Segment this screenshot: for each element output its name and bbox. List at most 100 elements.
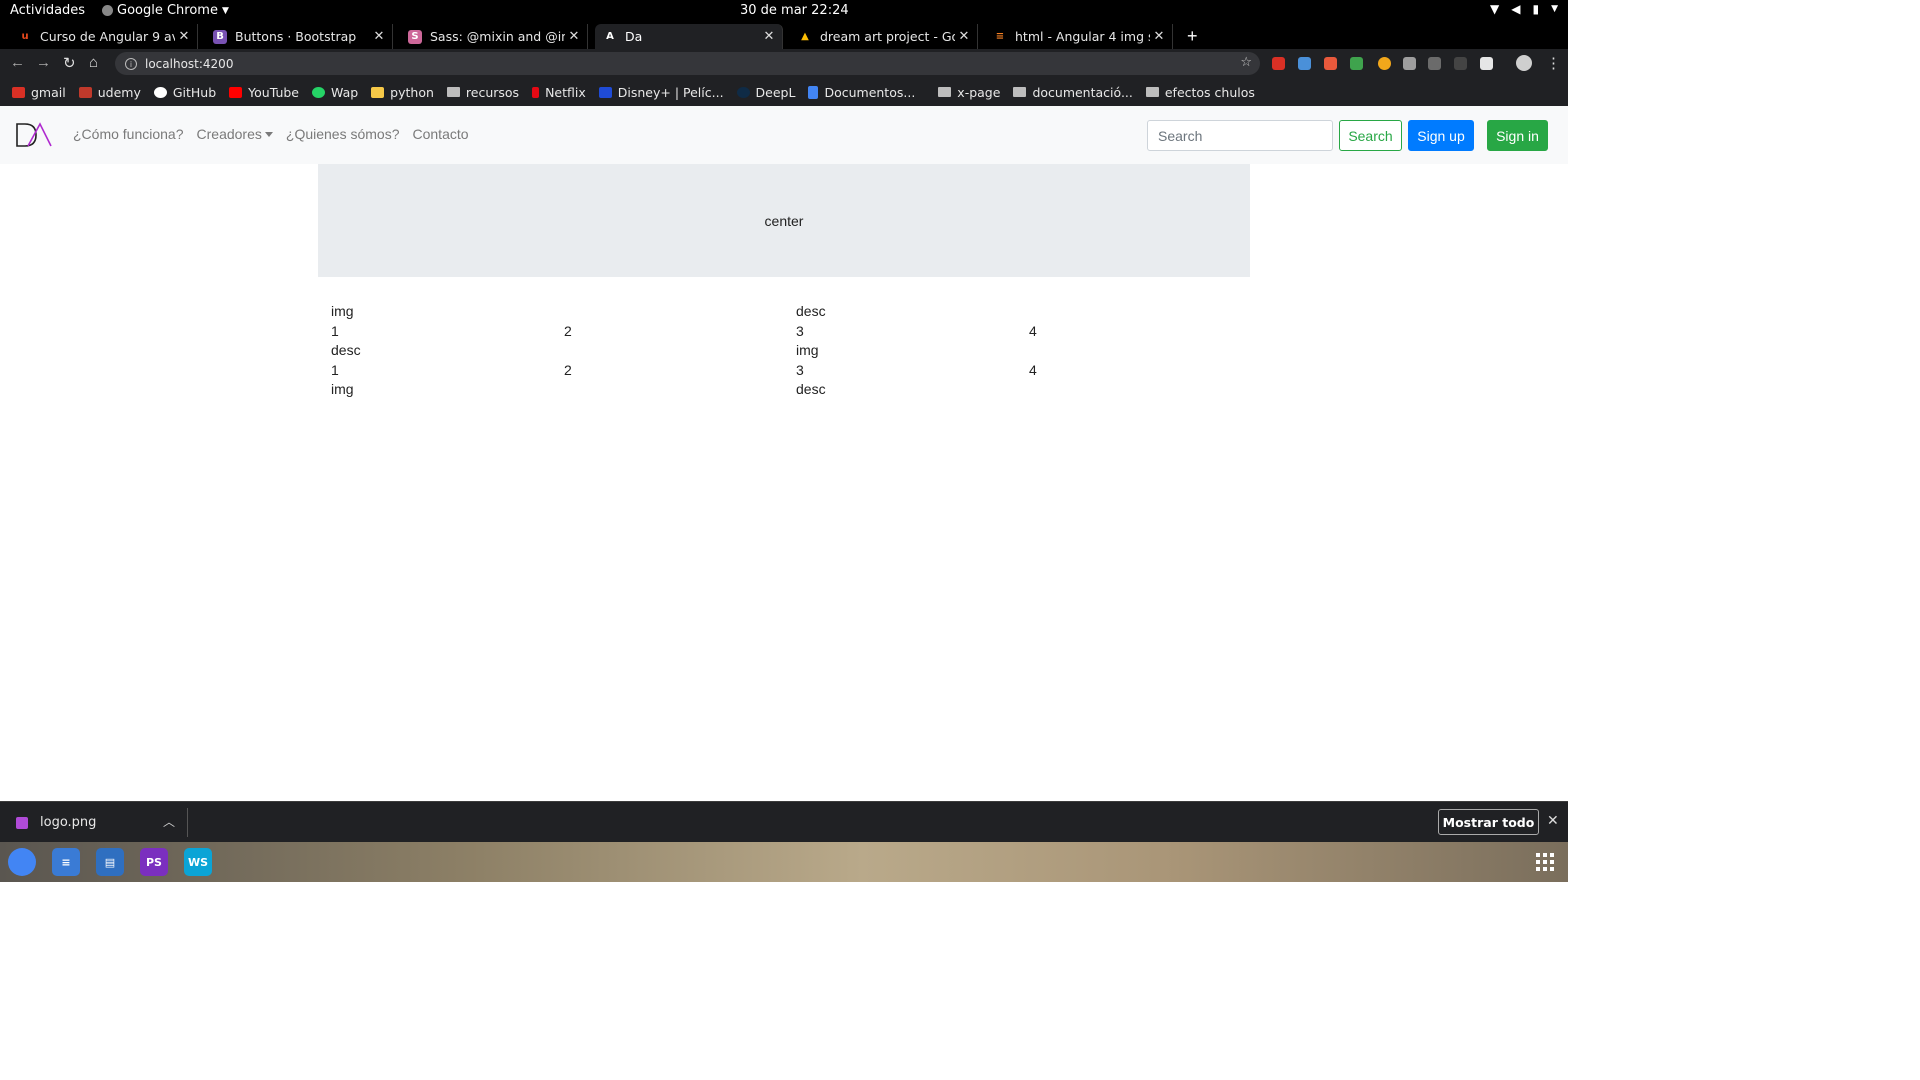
profile-avatar-icon[interactable] — [1516, 55, 1532, 71]
nav-contact[interactable]: Contacto — [413, 126, 469, 142]
tab-da[interactable]: A Da ✕ — [595, 24, 783, 49]
grid-cell: 2 — [564, 361, 572, 378]
close-icon[interactable]: ✕ — [1150, 29, 1168, 44]
bookmarks-bar: gmail udemy GitHub YouTube Wap python re… — [0, 78, 1568, 106]
bookmark-python[interactable]: python — [371, 85, 434, 100]
close-icon[interactable]: ✕ — [955, 29, 973, 44]
tab-drive[interactable]: ▲ dream art project - Googl ✕ — [790, 24, 978, 49]
docs-icon — [808, 85, 819, 99]
bookmark-youtube[interactable]: YouTube — [229, 85, 299, 100]
phpstorm-app-icon[interactable]: PS — [140, 848, 168, 876]
grid-row: 1 2 3 4 — [331, 323, 1263, 343]
download-filename: logo.png — [40, 815, 97, 830]
restore-icon[interactable]: ❐ — [1871, 27, 1883, 43]
adblock-extension-icon[interactable] — [1272, 57, 1285, 70]
chevron-up-icon[interactable]: ︿ — [163, 813, 175, 830]
close-icon[interactable]: ✕ — [565, 29, 583, 44]
clock[interactable]: 30 de mar 22:24 — [740, 3, 849, 18]
bootstrap-icon: B — [213, 29, 227, 44]
bookmark-efectos-chulos[interactable]: efectos chulos — [1145, 85, 1255, 100]
close-icon[interactable]: ✕ — [760, 29, 778, 44]
tab-strip: u Curso de Angular 9 avanz ✕ B Buttons ·… — [0, 22, 1568, 49]
bookmark-label: DeepL — [755, 84, 796, 100]
bookmark-documentos[interactable]: Documentos... — [808, 85, 915, 100]
show-all-button[interactable]: Mostrar todo — [1438, 809, 1539, 835]
extension-icon[interactable] — [1403, 57, 1416, 70]
extension-icon[interactable] — [1428, 57, 1441, 70]
grid-cell: 4 — [1029, 322, 1037, 339]
tab-udemy[interactable]: u Curso de Angular 9 avanz ✕ — [10, 24, 198, 49]
activities-button[interactable]: Actividades — [10, 3, 85, 18]
extension-icon[interactable] — [1454, 57, 1467, 70]
extension-icon[interactable] — [1350, 57, 1363, 70]
extension-icon[interactable] — [1378, 57, 1391, 70]
info-icon[interactable]: i — [125, 57, 137, 70]
bookmark-x-page[interactable]: x-page — [938, 85, 1000, 100]
app-menu-label: Google Chrome — [117, 3, 218, 18]
bookmark-disney[interactable]: Disney+ | Pelíc... — [598, 85, 724, 100]
sign-in-button[interactable]: Sign in — [1487, 120, 1548, 151]
extension-icon[interactable] — [1480, 57, 1493, 70]
nav-creators-dropdown[interactable]: Creadores — [197, 126, 273, 142]
new-tab-button[interactable]: + — [1187, 26, 1198, 47]
browser-toolbar: ← → ↻ ⌂ i localhost:4200 ☆ ⋮ — [0, 49, 1568, 78]
bookmark-label: Documentos... — [824, 84, 916, 100]
address-bar[interactable]: i localhost:4200 ☆ — [115, 52, 1260, 75]
bookmark-gmail[interactable]: gmail — [12, 85, 66, 100]
extension-icon[interactable] — [1298, 57, 1311, 70]
close-icon[interactable]: ✕ — [175, 29, 193, 44]
system-tray[interactable]: ▼ ◀ ▮ ▼ — [1490, 2, 1558, 16]
nav-who-we-are[interactable]: ¿Quienes sómos? — [286, 126, 400, 142]
sign-up-button[interactable]: Sign up — [1408, 120, 1474, 151]
brand-logo[interactable] — [16, 122, 52, 148]
app-menu[interactable]: Google Chrome ▼ — [102, 3, 229, 18]
folder-icon — [938, 87, 952, 97]
nav-how-it-works[interactable]: ¿Cómo funciona? — [73, 126, 184, 142]
caret-down-icon — [264, 132, 273, 137]
webstorm-app-icon[interactable]: WS — [184, 848, 212, 876]
grid-row: 1 2 3 4 — [331, 362, 1263, 382]
tab-label: dream art project - Googl — [820, 29, 955, 44]
minimize-icon[interactable]: — — [1840, 27, 1853, 43]
bookmark-udemy[interactable]: udemy — [78, 85, 141, 100]
reload-icon[interactable]: ↻ — [63, 54, 76, 72]
page-viewport: ¿Cómo funciona? Creadores ¿Quienes sómos… — [0, 106, 1568, 801]
show-applications-icon[interactable] — [1536, 853, 1554, 871]
bookmark-star-icon[interactable]: ☆ — [1240, 55, 1252, 70]
download-item[interactable]: logo.png — [16, 815, 96, 830]
more-menu-icon[interactable]: ⋮ — [1546, 54, 1561, 72]
close-window-icon[interactable]: ✕ — [1901, 27, 1912, 43]
udemy-icon — [78, 86, 92, 98]
bookmark-github[interactable]: GitHub — [153, 85, 216, 100]
tab-sass[interactable]: S Sass: @mixin and @incluc ✕ — [400, 24, 588, 49]
bookmark-documentacio[interactable]: documentació... — [1013, 85, 1133, 100]
bookmark-label: Netflix — [545, 84, 586, 100]
home-icon[interactable]: ⌂ — [89, 54, 98, 71]
tab-label: Buttons · Bootstrap — [235, 29, 357, 44]
tab-label: html - Angular 4 img src is — [1015, 29, 1150, 44]
folder-icon — [1145, 87, 1159, 97]
extension-icon[interactable] — [1324, 57, 1337, 70]
tab-label: Sass: @mixin and @incluc — [430, 29, 565, 44]
forward-arrow-icon[interactable]: → — [36, 54, 51, 71]
search-input[interactable] — [1147, 120, 1333, 151]
close-icon[interactable]: ✕ — [370, 29, 388, 44]
bookmark-deepl[interactable]: DeepL — [736, 84, 796, 100]
close-icon[interactable]: ✕ — [1547, 812, 1559, 829]
sass-icon: S — [408, 29, 422, 44]
back-arrow-icon[interactable]: ← — [10, 54, 25, 71]
files-app-icon[interactable]: ≡ — [52, 848, 80, 876]
tab-stackoverflow[interactable]: ≡ html - Angular 4 img src is ✕ — [985, 24, 1173, 49]
taskbar-dock: ≡ ▤ PS WS — [0, 842, 1568, 882]
tab-bootstrap[interactable]: B Buttons · Bootstrap ✕ — [205, 24, 393, 49]
center-label: center — [764, 212, 804, 229]
youtube-icon — [229, 86, 243, 98]
bookmark-recursos[interactable]: recursos — [446, 85, 519, 100]
bookmark-netflix[interactable]: Netflix — [532, 85, 586, 100]
grid-cell-img: img — [796, 342, 819, 359]
search-button[interactable]: Search — [1339, 120, 1402, 151]
chrome-app-icon[interactable] — [8, 848, 36, 876]
bookmark-wap[interactable]: Wap — [312, 85, 358, 100]
center-section: center — [318, 164, 1250, 277]
writer-app-icon[interactable]: ▤ — [96, 848, 124, 876]
